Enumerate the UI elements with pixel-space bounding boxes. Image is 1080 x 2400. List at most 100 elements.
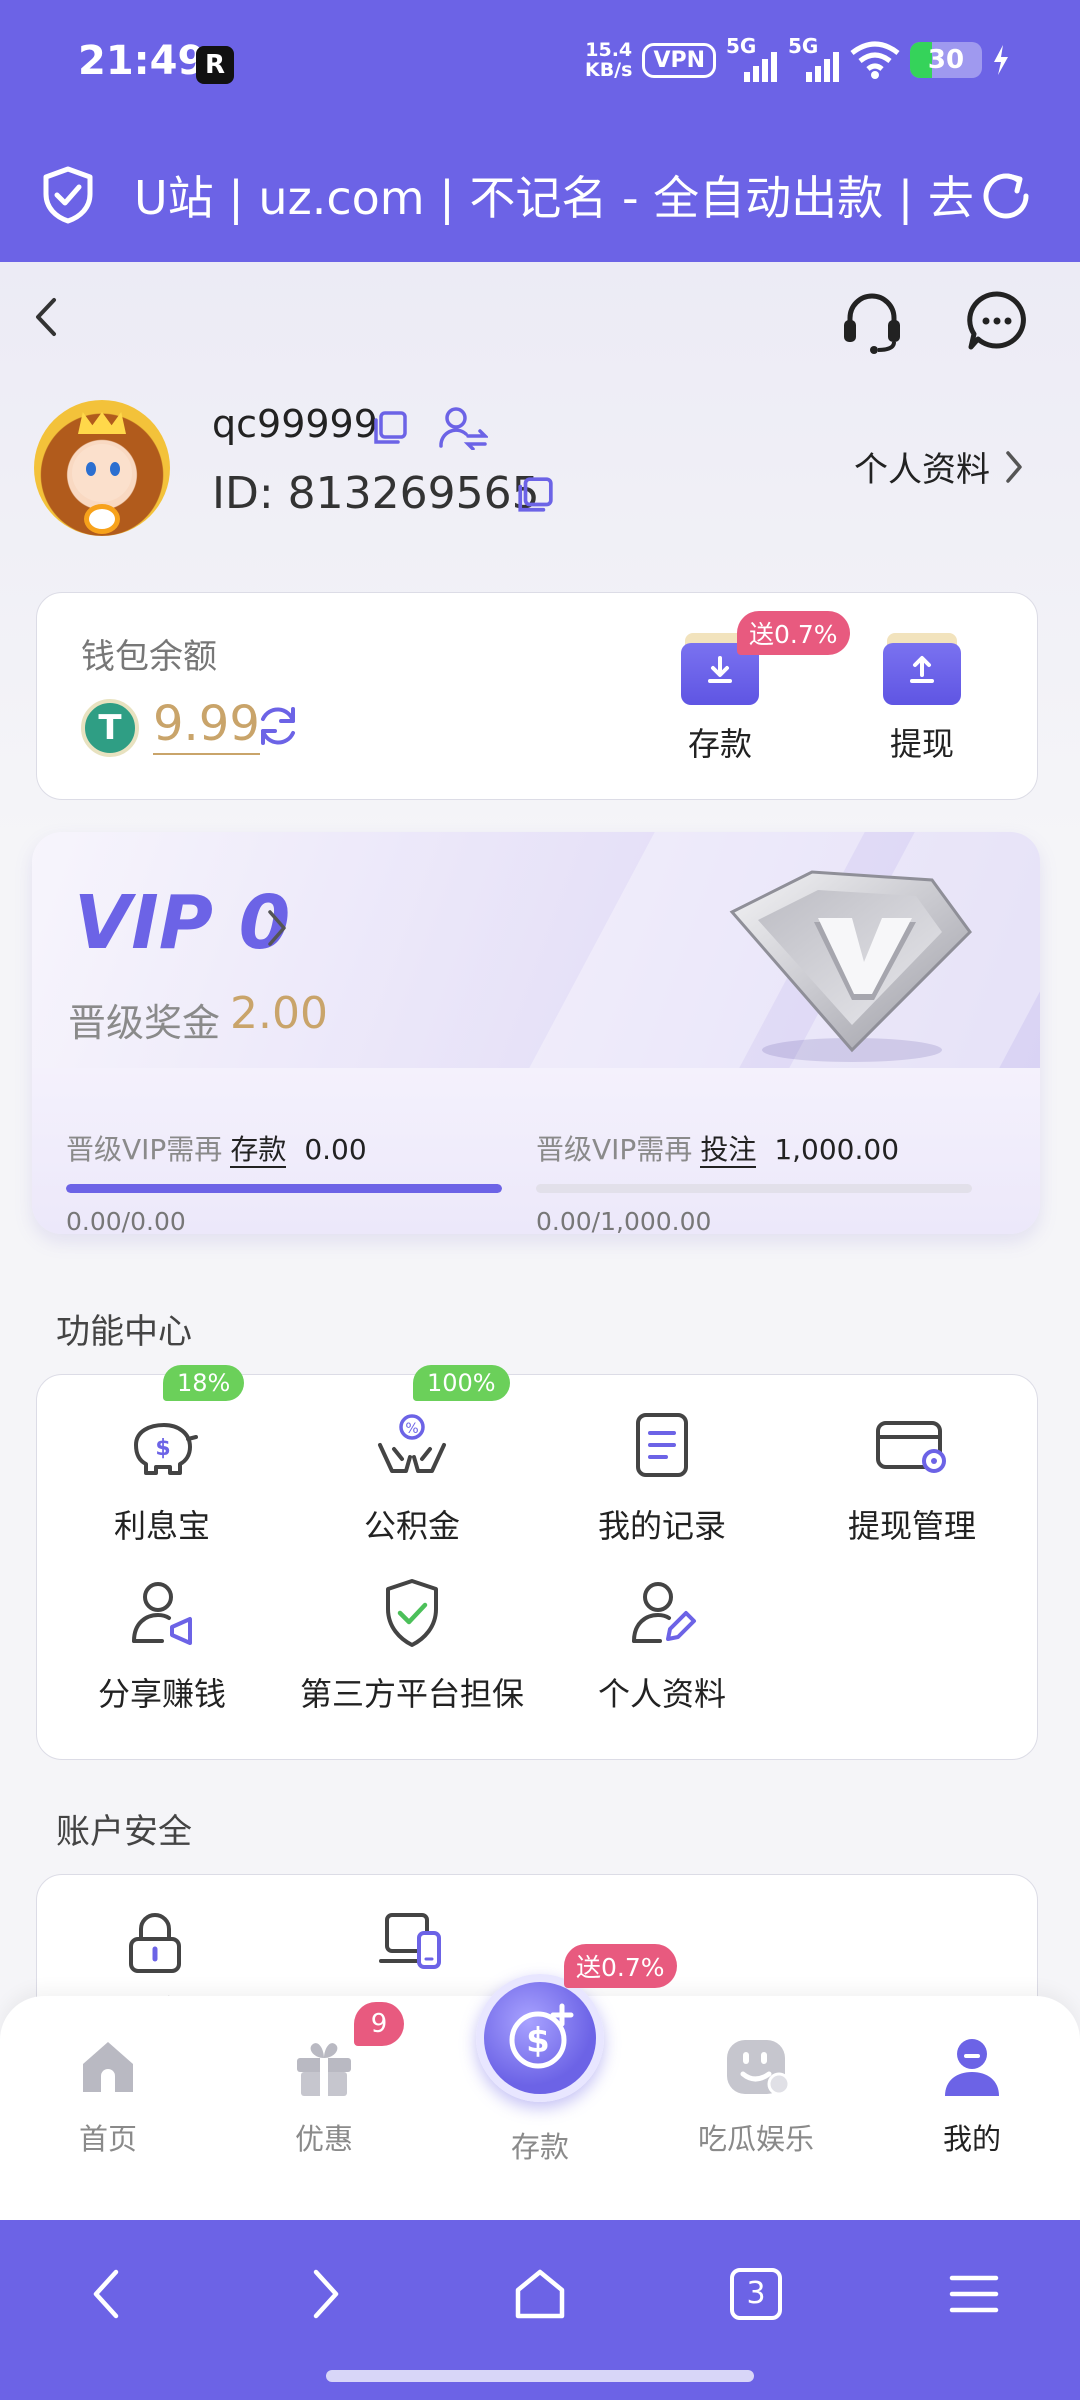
switch-account-icon[interactable] [438, 406, 488, 450]
func-label: 个人资料 [597, 1675, 726, 1713]
func-label: 第三方平台担保 [299, 1675, 524, 1713]
lock-icon[interactable] [125, 1911, 185, 1975]
account-security-title: 账户安全 [56, 1812, 192, 1852]
requirement-prefix: 晋级VIP需再 [66, 1133, 223, 1166]
deposit-progress-fill [66, 1184, 502, 1193]
tab-label: 我的 [942, 2122, 1001, 2156]
requirement-type: 投注 [700, 1133, 757, 1168]
menu-icon[interactable] [948, 2264, 1000, 2324]
signal-icon: 5G [726, 34, 778, 82]
reload-icon[interactable] [978, 168, 1034, 224]
func-label: 我的记录 [597, 1507, 726, 1545]
vip-badge-icon [729, 870, 972, 1062]
withdraw-label: 提现 [889, 725, 954, 763]
func-item-withdraw-manage[interactable]: 提现管理 [787, 1409, 1037, 1547]
devices-icon[interactable] [379, 1909, 443, 1973]
fund-rate-badge: 100% [413, 1365, 510, 1401]
func-item-records[interactable]: 我的记录 [537, 1409, 787, 1547]
tab-label: 优惠 [294, 2122, 353, 2156]
network-speed: 15.4 KB/s [585, 40, 632, 80]
svg-text:%: % [405, 1421, 418, 1437]
shield-check-icon [43, 166, 93, 224]
func-label: 公积金 [363, 1507, 460, 1545]
vpn-badge: VPN [642, 42, 716, 78]
gift-icon [297, 2043, 351, 2096]
chevron-right-icon [1006, 450, 1022, 483]
status-time: 21:49 [78, 38, 206, 84]
url-bar[interactable]: U站 | uz.com | 不记名 - 全自动出款 | 去中 [0, 130, 1080, 262]
func-label: 分享赚钱 [97, 1675, 226, 1713]
func-item-profile[interactable]: 个人资料 [537, 1577, 787, 1715]
browser-home-icon[interactable] [510, 2264, 570, 2324]
copy-icon[interactable] [516, 476, 554, 514]
avatar[interactable] [34, 400, 170, 536]
main-content[interactable]: qc99999 ID: 813269565 个人资料 钱包余额 T 9.99 存… [0, 262, 1080, 2202]
chevron-right-icon [268, 910, 286, 946]
profile-link[interactable]: 个人资料 [854, 442, 1024, 491]
func-item-interest[interactable]: $ 利息宝 [37, 1409, 287, 1547]
tab-promotions[interactable]: 优惠 [244, 2036, 404, 2158]
battery-level: 30 [927, 45, 965, 75]
user-id: ID: 813269565 [212, 468, 540, 519]
vip-bonus-value: 2.00 [230, 988, 328, 1039]
tab-entertainment[interactable]: 吃瓜娱乐 [676, 2036, 836, 2158]
tab-deposit[interactable]: 存款 [460, 2124, 620, 2166]
bottom-tab-bar: 首页 优惠 9 $ 送0.7% 存款 吃瓜娱乐 我的 [0, 1944, 1080, 2220]
shield-check-icon [386, 1579, 438, 1647]
tab-mine[interactable]: 我的 [892, 2036, 1052, 2158]
browser-header: 21:49 R 15.4 KB/s VPN 5G 5G 30 U站 | uz.c… [0, 0, 1080, 262]
charging-icon [994, 45, 1008, 75]
wallet-balance: 9.99 [153, 695, 260, 755]
withdraw-button[interactable]: 提现 [867, 633, 977, 765]
back-icon[interactable] [28, 292, 64, 342]
func-item-fund[interactable]: % 公积金 [287, 1409, 537, 1547]
vip-bonus-label: 晋级奖金 [68, 1001, 221, 1045]
browser-forward-icon[interactable] [300, 2264, 348, 2324]
vip-level: VIP 0 [74, 880, 291, 966]
bet-progress-bar [536, 1184, 972, 1193]
deposit-progress-text: 0.00/0.00 [66, 1207, 186, 1234]
deposit-bonus-badge: 送0.7% [737, 611, 850, 655]
bet-progress-text: 0.00/1,000.00 [536, 1207, 712, 1234]
func-label: 提现管理 [847, 1507, 976, 1545]
vip-card[interactable]: VIP 0 晋级奖金 2.00 晋级VIP需再 存款 0.00 0.00/0.00 … [32, 832, 1040, 1234]
deposit-progress-bar [66, 1184, 502, 1193]
function-center-title: 功能中心 [56, 1312, 192, 1352]
document-icon [636, 1413, 688, 1477]
tab-home[interactable]: 首页 [28, 2036, 188, 2158]
user-icon [945, 2039, 999, 2096]
interest-rate-badge: 18% [163, 1365, 245, 1401]
tabs-count-button[interactable]: 3 [730, 2268, 782, 2320]
svg-text:$: $ [526, 2021, 550, 2061]
func-label: 利息宝 [113, 1507, 210, 1545]
tab-label: 存款 [510, 2130, 569, 2164]
headset-icon[interactable] [840, 288, 904, 358]
app-notification-icon: R [196, 46, 234, 84]
refresh-icon[interactable] [255, 703, 301, 749]
user-edit-icon [632, 1582, 696, 1643]
requirement-type: 存款 [230, 1133, 287, 1168]
svg-text:$: $ [155, 1436, 170, 1461]
func-item-guarantee[interactable]: 第三方平台担保 [287, 1577, 537, 1715]
battery-icon: 30 [910, 42, 982, 78]
network-speed-value: 15.4 [585, 39, 633, 61]
func-item-share[interactable]: 分享赚钱 [37, 1577, 287, 1715]
requirement-amount: 0.00 [304, 1133, 367, 1166]
chat-icon[interactable] [966, 290, 1028, 352]
network-speed-unit: KB/s [584, 59, 633, 81]
wifi-icon [850, 41, 900, 79]
wallet-card: 钱包余额 T 9.99 存款 送0.7% 提现 [36, 592, 1038, 800]
user-megaphone-icon [132, 1582, 192, 1645]
bet-requirement: 晋级VIP需再 投注 1,000.00 0.00/1,000.00 [536, 1128, 972, 1234]
function-center-card: $ 利息宝 % 公积金 我的记录 提现管理 分享赚钱 第三方平台担保 个人资料 … [36, 1365, 1038, 1760]
deposit-fab-button[interactable]: $ [476, 1974, 604, 2102]
home-indicator [326, 2370, 754, 2382]
requirement-amount: 1,000.00 [774, 1133, 900, 1166]
deposit-bonus-badge: 送0.7% [564, 1944, 677, 1988]
home-icon [83, 2042, 133, 2092]
upload-folder-icon [883, 633, 961, 705]
page-title[interactable]: U站 | uz.com | 不记名 - 全自动出款 | 去中 [134, 162, 974, 228]
browser-back-icon[interactable] [84, 2264, 132, 2324]
system-nav-bar: 3 [0, 2220, 1080, 2400]
copy-icon[interactable] [372, 410, 408, 446]
